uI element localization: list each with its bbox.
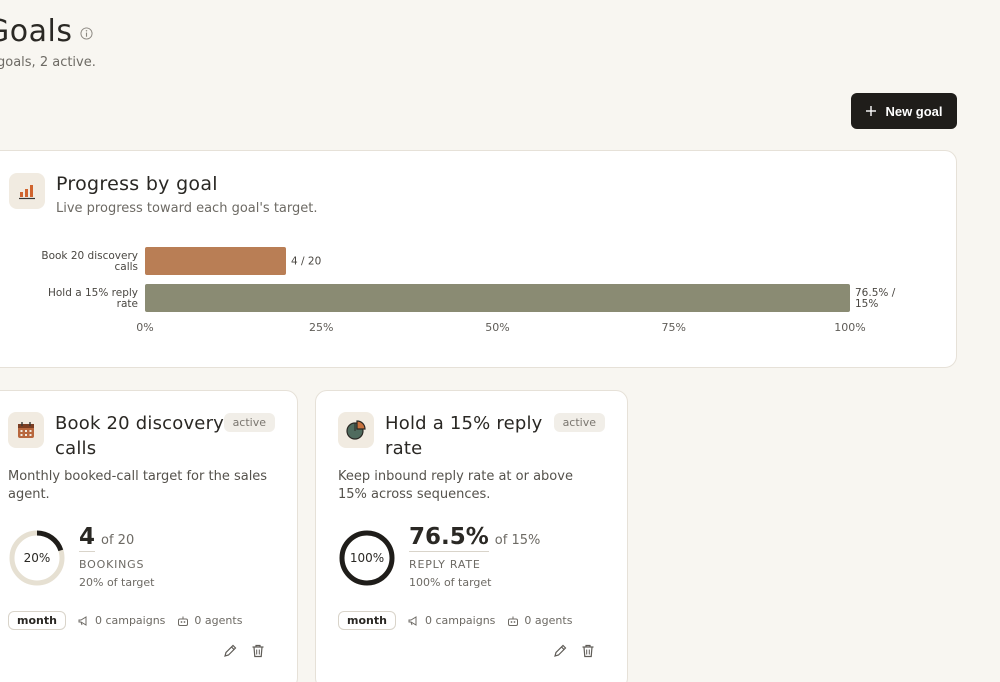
page-title: Goals [0,14,93,49]
bar [145,247,286,275]
agents-label: 0 agents [524,614,573,627]
stat-row: 4 of 20 [79,524,134,552]
calendar-icon [18,422,34,438]
value-label: 76.5% /15% [855,287,896,310]
plus-icon [866,106,877,116]
info-icon[interactable] [80,27,93,40]
bar-chart-icon-tile [9,173,45,209]
megaphone-icon [408,615,417,626]
edit-icon[interactable] [552,643,568,659]
page-subtitle: goals, 2 active. [0,55,96,70]
progress-by-goal-card: Progress by goal Live progress toward ea… [0,150,957,368]
pie-chart-icon-tile [338,412,374,448]
edit-icon[interactable] [222,643,238,659]
campaigns-label: 0 campaigns [424,614,496,627]
meta-row: month 0 campaigns 0 agents [8,611,242,630]
pie-chart-icon [346,420,366,440]
agents-label: 0 agents [194,614,243,627]
meta-row: month 0 campaigns 0 agents [338,611,572,630]
stat-value: 76.5% [409,524,489,552]
agents-count[interactable]: 0 agents [507,614,572,627]
goal-title: Book 20 discovery calls [55,413,225,459]
campaigns-count[interactable]: 0 campaigns [408,614,495,627]
robot-icon [178,616,189,626]
campaigns-label: 0 campaigns [94,614,166,627]
period-pill[interactable]: month [338,611,396,630]
metric-label: REPLY RATE [409,558,481,571]
trash-icon[interactable] [580,643,596,659]
calendar-icon-tile [8,412,44,448]
goal-title: Hold a 15% reply rate [385,413,543,459]
progress-bar-chart: Book 20 discovery calls 4 / 20 Hold a 15% r… [41,247,896,334]
robot-icon [508,616,519,626]
stat-target: of 20 [101,533,135,548]
new-goal-label: New goal [885,103,943,119]
percent-of-target: 100% of target [409,576,492,589]
metric-label: BOOKINGS [79,558,145,571]
x-tick-label: 100% [834,321,865,334]
stat-row: 76.5% of 15% [409,524,540,552]
status-badge: active [223,413,275,432]
stat-value: 4 [79,524,96,552]
progress-card-subtitle: Live progress toward each goal's target. [56,201,318,216]
progress-card-title: Progress by goal [56,173,218,195]
x-tick-label: 50% [485,321,509,334]
bar-chart-icon [19,185,35,200]
agents-count[interactable]: 0 agents [177,614,242,627]
percent-of-target: 20% of target [79,576,155,589]
period-pill[interactable]: month [8,611,66,630]
ring-percent: 100% [349,551,385,565]
goal-description: Monthly booked-call target for the sales… [8,469,268,502]
x-tick-label: 25% [309,321,333,334]
goal-card[interactable]: Hold a 15% reply rate active Keep inboun… [315,390,628,682]
ring-percent: 20% [23,551,51,565]
status-badge: active [553,413,605,432]
category-label: Hold a 15% reply rate [48,287,138,310]
x-tick-label: 75% [662,321,686,334]
page-title-text: Goals [0,14,73,49]
trash-icon[interactable] [250,643,266,659]
x-tick-label: 0% [136,321,153,334]
stat-target: of 15% [494,533,541,548]
new-goal-button[interactable]: New goal [851,93,957,129]
bar [145,284,850,312]
campaigns-count[interactable]: 0 campaigns [78,614,165,627]
goal-description: Keep inbound reply rate at or above 15% … [338,469,573,502]
megaphone-icon [78,615,87,626]
goal-card[interactable]: Book 20 discovery calls active Monthly b… [0,390,298,682]
value-label: 4 / 20 [291,256,321,268]
category-label: Book 20 discovery calls [41,250,138,273]
